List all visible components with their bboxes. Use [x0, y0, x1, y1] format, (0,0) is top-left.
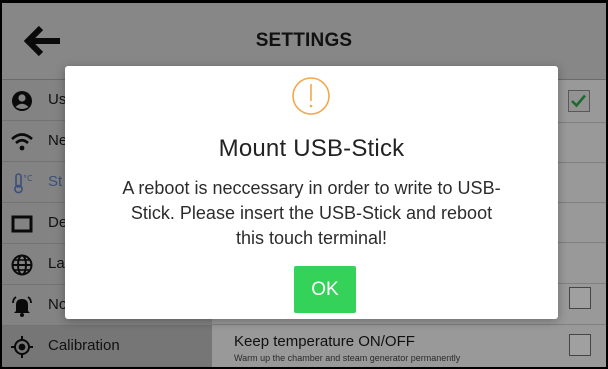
dialog-title: Mount USB-Stick	[218, 135, 405, 162]
mount-usb-dialog: Mount USB-Stick A reboot is neccessary i…	[65, 66, 558, 319]
exclamation-circle-icon	[292, 77, 330, 115]
message-line: A reboot is neccessary in order to write…	[122, 178, 501, 198]
settings-screen: SETTINGS Us Ne °C St De La No Calibratio…	[2, 3, 606, 367]
message-line: this touch terminal!	[235, 228, 388, 248]
dialog-message: A reboot is neccessary in order to write…	[75, 176, 548, 251]
message-line: Stick. Please insert the USB-Stick and r…	[130, 203, 493, 223]
ok-button[interactable]: OK	[294, 266, 356, 313]
